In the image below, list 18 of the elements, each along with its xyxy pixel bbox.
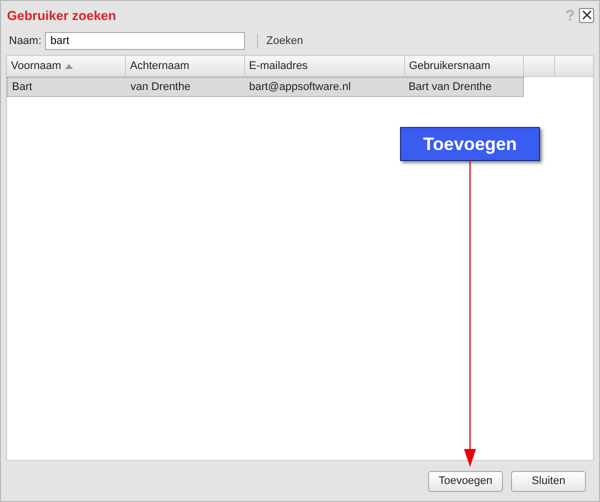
search-button[interactable]: Zoeken: [262, 35, 308, 47]
table-cell-text: bart@appsoftware.nl: [248, 81, 352, 93]
table-cell-text: van Drenthe: [130, 81, 192, 93]
callout-label: Toevoegen: [400, 127, 540, 161]
name-label: Naam:: [9, 35, 42, 47]
window-title: Gebruiker zoeken: [6, 8, 118, 22]
name-field[interactable]: bart: [45, 32, 246, 50]
column-header[interactable]: Achternaam: [126, 56, 245, 76]
column-header[interactable]: Voornaam: [7, 56, 126, 76]
arrow-icon: [463, 161, 477, 469]
column-header[interactable]: Gebruikersnaam: [405, 56, 524, 76]
table-row[interactable]: Bart van Drenthe bart@appsoftware.nl Bart van Drenthe: [7, 77, 524, 97]
add-button[interactable]: Toevoegen: [428, 470, 503, 492]
table-cell-text: Bart: [11, 81, 34, 93]
close-dialog-button[interactable]: Sluiten: [511, 470, 586, 492]
close-button[interactable]: [579, 8, 594, 22]
table-cell-text: Bart van Drenthe: [407, 81, 493, 93]
column-header[interactable]: E-mailadres: [245, 56, 405, 76]
